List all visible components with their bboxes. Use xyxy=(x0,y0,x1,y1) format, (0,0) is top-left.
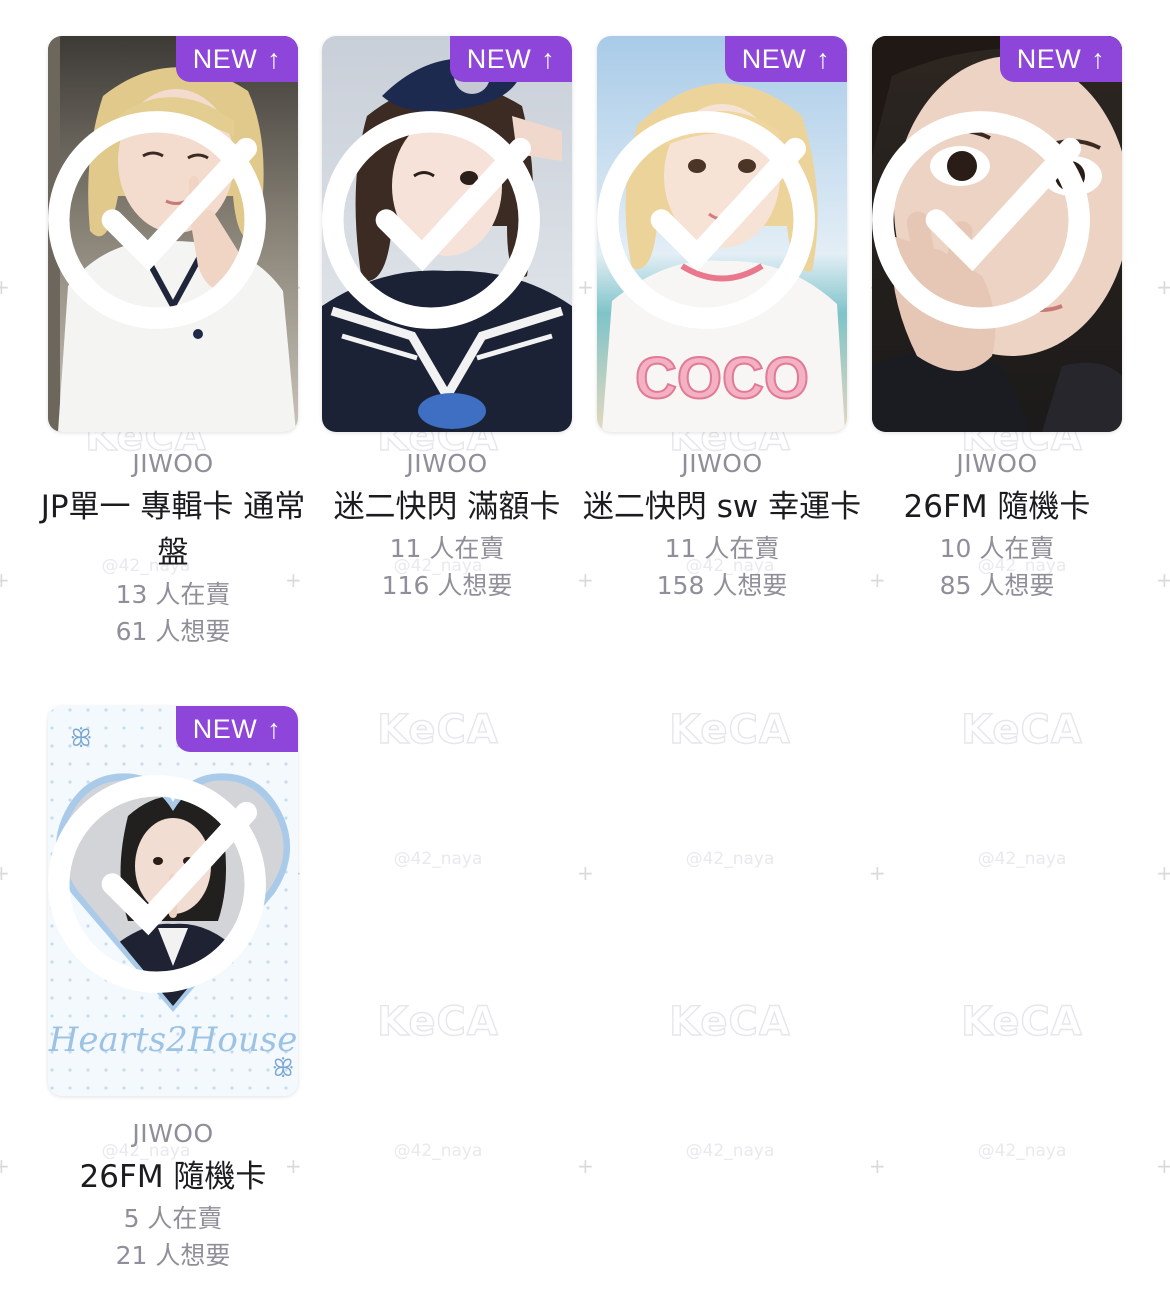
watermark-cross: + xyxy=(1156,1154,1170,1178)
check-circle-icon[interactable] xyxy=(872,36,1106,418)
photocard-image[interactable]: COCO NEW ↑ xyxy=(597,36,847,432)
wanted-count: 116 人想要 xyxy=(381,571,513,600)
watermark-cross: + xyxy=(0,568,10,592)
check-circle-icon[interactable] xyxy=(322,36,556,418)
watermark-cross: + xyxy=(869,1154,886,1178)
watermark-cross: + xyxy=(1156,275,1170,299)
watermark-handle: @42_naya xyxy=(393,1141,483,1161)
check-circle-icon[interactable] xyxy=(597,36,831,418)
wanted-count: 85 人想要 xyxy=(939,571,1055,600)
photocard-info: JIWOO 26FM 隨機卡 10 人在賣 85 人想要 xyxy=(842,448,1152,604)
photocard-grid-page: KeCA KeCA KeCA KeCA KeCA KeCA KeCA KeCA KeCA KeCA… xyxy=(0,0,1170,1297)
artist-name: JIWOO xyxy=(132,449,214,478)
check-circle-icon[interactable] xyxy=(48,706,282,1082)
photocard-info: JIWOO JP單一 專輯卡 通常盤 13 人在賣 61 人想要 xyxy=(18,448,328,650)
artist-name: JIWOO xyxy=(956,449,1038,478)
card-name[interactable]: 26FM 隨機卡 xyxy=(842,484,1152,530)
card-name[interactable]: 迷二快閃 滿額卡 xyxy=(292,484,602,530)
watermark-handle: @42_naya xyxy=(977,849,1067,869)
artist-name: JIWOO xyxy=(681,449,763,478)
watermark-cross: + xyxy=(1156,568,1170,592)
photocard-image[interactable]: NEW ↑ xyxy=(322,36,572,432)
watermark-logo: KeCA xyxy=(668,706,791,753)
watermark-cross: + xyxy=(577,861,594,885)
sellers-count: 11 人在賣 xyxy=(389,534,505,563)
watermark-handle: @42_naya xyxy=(977,1141,1067,1161)
watermark-cross: + xyxy=(577,1154,594,1178)
wanted-count: 158 人想要 xyxy=(656,571,788,600)
watermark-cross: + xyxy=(0,1154,10,1178)
card-name[interactable]: JP單一 專輯卡 通常盤 xyxy=(18,484,328,576)
sellers-count: 11 人在賣 xyxy=(664,534,780,563)
watermark-cross: + xyxy=(869,861,886,885)
check-circle-icon[interactable] xyxy=(48,36,282,418)
card-name[interactable]: 迷二快閃 sw 幸運卡 xyxy=(567,484,877,530)
photocard-info: JIWOO 迷二快閃 sw 幸運卡 11 人在賣 158 人想要 xyxy=(567,448,877,604)
watermark-logo: KeCA xyxy=(668,998,791,1045)
photocard-image[interactable]: NEW ↑ xyxy=(872,36,1122,432)
watermark-cross: + xyxy=(0,861,10,885)
watermark-cross: + xyxy=(577,275,594,299)
watermark-handle: @42_naya xyxy=(685,849,775,869)
watermark-handle: @42_naya xyxy=(685,1141,775,1161)
artist-name: JIWOO xyxy=(132,1119,214,1148)
photocard-image[interactable]: ꕥ ꕥ Hearts2House NEW ↑ xyxy=(48,706,298,1096)
watermark-cross: + xyxy=(1156,861,1170,885)
watermark-cross: + xyxy=(0,275,10,299)
sellers-count: 13 人在賣 xyxy=(115,580,231,609)
watermark-logo: KeCA xyxy=(960,998,1083,1045)
photocard-info: JIWOO 迷二快閃 滿額卡 11 人在賣 116 人想要 xyxy=(292,448,602,604)
card-name[interactable]: 26FM 隨機卡 xyxy=(18,1154,328,1200)
photocard-info: JIWOO 26FM 隨機卡 5 人在賣 21 人想要 xyxy=(18,1118,328,1274)
wanted-count: 21 人想要 xyxy=(115,1241,231,1270)
watermark-logo: KeCA xyxy=(960,706,1083,753)
sellers-count: 10 人在賣 xyxy=(939,534,1055,563)
watermark-logo: KeCA xyxy=(376,998,499,1045)
watermark-handle: @42_naya xyxy=(393,849,483,869)
artist-name: JIWOO xyxy=(406,449,488,478)
photocard-image[interactable]: NEW ↑ xyxy=(48,36,298,432)
wanted-count: 61 人想要 xyxy=(115,617,231,646)
watermark-logo: KeCA xyxy=(376,706,499,753)
sellers-count: 5 人在賣 xyxy=(123,1204,223,1233)
